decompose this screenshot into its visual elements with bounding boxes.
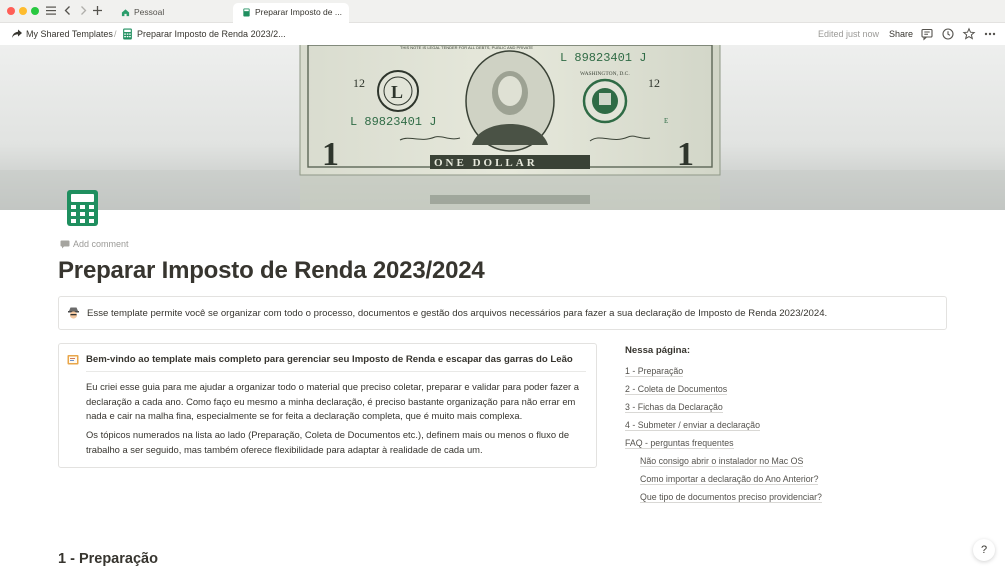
toc-sublink-importar[interactable]: Como importar a declaração do Ano Anteri… (640, 474, 819, 485)
bill-tender-text: THIS NOTE IS LEGAL TENDER FOR ALL DEBTS,… (400, 45, 533, 50)
add-comment-label: Add comment (73, 239, 129, 249)
bill-city-text: WASHINGTON, D.C. (580, 71, 630, 77)
toc-link-preparacao[interactable]: 1 - Preparação (625, 366, 684, 377)
bill-district-number: 12 (353, 76, 365, 90)
clipboard-emoji-icon (67, 355, 79, 365)
more-options-icon[interactable] (983, 27, 997, 41)
add-comment-button[interactable]: Add comment (60, 239, 129, 250)
detective-emoji-icon (68, 307, 79, 319)
top-bar: My Shared Templates / Preparar Imposto d… (0, 23, 1005, 45)
welcome-title: Bem-vindo ao template mais completo para… (86, 354, 573, 365)
toc-link-label: Que tipo de documentos preciso providenc… (640, 492, 822, 503)
divider (86, 371, 586, 372)
toc-link-faq[interactable]: FAQ - perguntas frequentes (625, 438, 734, 449)
toc-link-label: 2 - Coleta de Documentos (625, 384, 728, 395)
comments-icon[interactable] (920, 27, 934, 41)
maximize-window-button[interactable] (31, 7, 39, 15)
new-tab-plus-icon[interactable] (90, 3, 104, 20)
cover-image: 1 1 12 12 THIS NOTE IS LEGAL TENDER FOR … (0, 45, 1005, 210)
forward-arrow-icon[interactable] (76, 3, 90, 20)
tab-pessoal[interactable]: Pessoal (112, 3, 230, 23)
back-arrow-icon[interactable] (61, 3, 75, 20)
tab-preparar-imposto[interactable]: Preparar Imposto de ... (233, 3, 349, 23)
breadcrumb-separator: / (114, 29, 117, 39)
sidebar-toggle-icon[interactable] (44, 3, 58, 20)
bill-corner-one: 1 (677, 136, 694, 173)
tab-bar: Pessoal Preparar Imposto de ... (0, 0, 1005, 23)
share-arrow-icon (12, 29, 22, 38)
toc-link-coleta[interactable]: 2 - Coleta de Documentos (625, 384, 728, 395)
tab-label: Pessoal (134, 7, 165, 17)
toc-link-label: Como importar a declaração do Ano Anteri… (640, 474, 819, 485)
bill-one-dollar-banner: ONE DOLLAR (434, 157, 538, 169)
edited-status: Edited just now (818, 29, 880, 39)
close-window-button[interactable] (7, 7, 15, 15)
toc-link-label: 3 - Fichas da Declaração (625, 402, 723, 413)
welcome-paragraph: Eu criei esse guia para me ajudar a orga… (86, 381, 579, 421)
toc-sublink-instalador[interactable]: Não consigo abrir o instalador no Mac OS (640, 456, 804, 467)
page-title[interactable]: Preparar Imposto de Renda 2023/2024 (58, 257, 485, 285)
house-icon (121, 9, 130, 17)
comment-icon (60, 240, 70, 249)
bill-federal-reserve-letter: L (391, 82, 403, 102)
toc-link-label: FAQ - perguntas frequentes (625, 438, 734, 449)
toc-link-submeter[interactable]: 4 - Submeter / enviar a declaração (625, 420, 760, 431)
toc-link-label: 1 - Preparação (625, 366, 684, 377)
minimize-window-button[interactable] (19, 7, 27, 15)
toc-link-fichas[interactable]: 3 - Fichas da Declaração (625, 402, 723, 413)
welcome-callout: Bem-vindo ao template mais completo para… (58, 343, 597, 468)
toc-link-label: Não consigo abrir o instalador no Mac OS (640, 456, 804, 467)
calculator-page-icon[interactable] (66, 189, 99, 227)
bill-serial-number: L 89823401 J (350, 115, 436, 129)
help-button[interactable]: ? (973, 539, 995, 561)
intro-callout-text: Esse template permite você se organizar … (87, 308, 828, 319)
bill-district-number: 12 (648, 76, 660, 90)
toc-link-label: 4 - Submeter / enviar a declaração (625, 420, 760, 431)
welcome-paragraph: Os tópicos numerados na lista ao lado (P… (86, 429, 570, 455)
favorite-star-icon[interactable] (962, 27, 976, 41)
calculator-icon (123, 28, 132, 40)
dollar-bill-illustration: 1 1 12 12 THIS NOTE IS LEGAL TENDER FOR … (0, 45, 1005, 210)
breadcrumb-page[interactable]: Preparar Imposto de Renda 2023/2... (137, 28, 286, 40)
calculator-icon (243, 8, 250, 17)
tab-label: Preparar Imposto de ... (255, 7, 342, 17)
bill-corner-one: 1 (322, 136, 339, 173)
section-heading-preparacao[interactable]: 1 - Preparação (58, 549, 158, 569)
intro-callout: Esse template permite você se organizar … (58, 296, 947, 330)
bill-seal-letter: E (664, 117, 668, 125)
history-clock-icon[interactable] (941, 27, 955, 41)
share-button[interactable]: Share (889, 28, 913, 40)
breadcrumb-workspace[interactable]: My Shared Templates (26, 28, 113, 40)
bill-serial-number: L 89823401 J (560, 51, 646, 65)
toc-sublink-documentos[interactable]: Que tipo de documentos preciso providenc… (640, 492, 822, 503)
toc-heading: Nessa página: (625, 345, 691, 356)
